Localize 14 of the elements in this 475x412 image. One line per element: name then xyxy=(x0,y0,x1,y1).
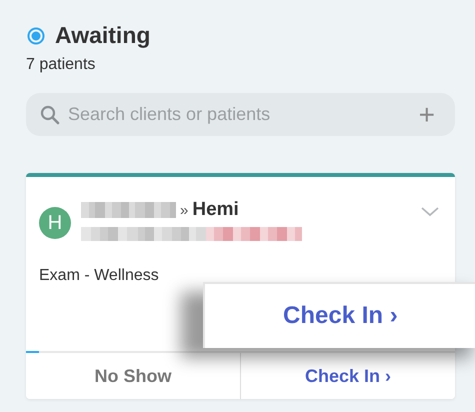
service-text: Exam - Wellness xyxy=(39,267,160,285)
radio-icon[interactable] xyxy=(27,26,45,44)
search-icon xyxy=(40,104,60,124)
add-button[interactable]: + xyxy=(418,100,435,128)
patient-count: 7 patients xyxy=(26,56,96,74)
patient-name: Hemi xyxy=(192,199,239,221)
check-in-popup[interactable]: Check In › xyxy=(203,282,475,348)
status-title: Awaiting xyxy=(55,22,150,49)
search-field[interactable]: Search clients or patients + xyxy=(26,93,455,136)
patient-avatar: H xyxy=(39,207,71,239)
action-button[interactable]: Check In › xyxy=(240,353,455,399)
chevron-down-icon[interactable] xyxy=(421,207,439,217)
action-button[interactable]: No Show xyxy=(26,353,240,399)
separator-text: » xyxy=(180,202,188,218)
